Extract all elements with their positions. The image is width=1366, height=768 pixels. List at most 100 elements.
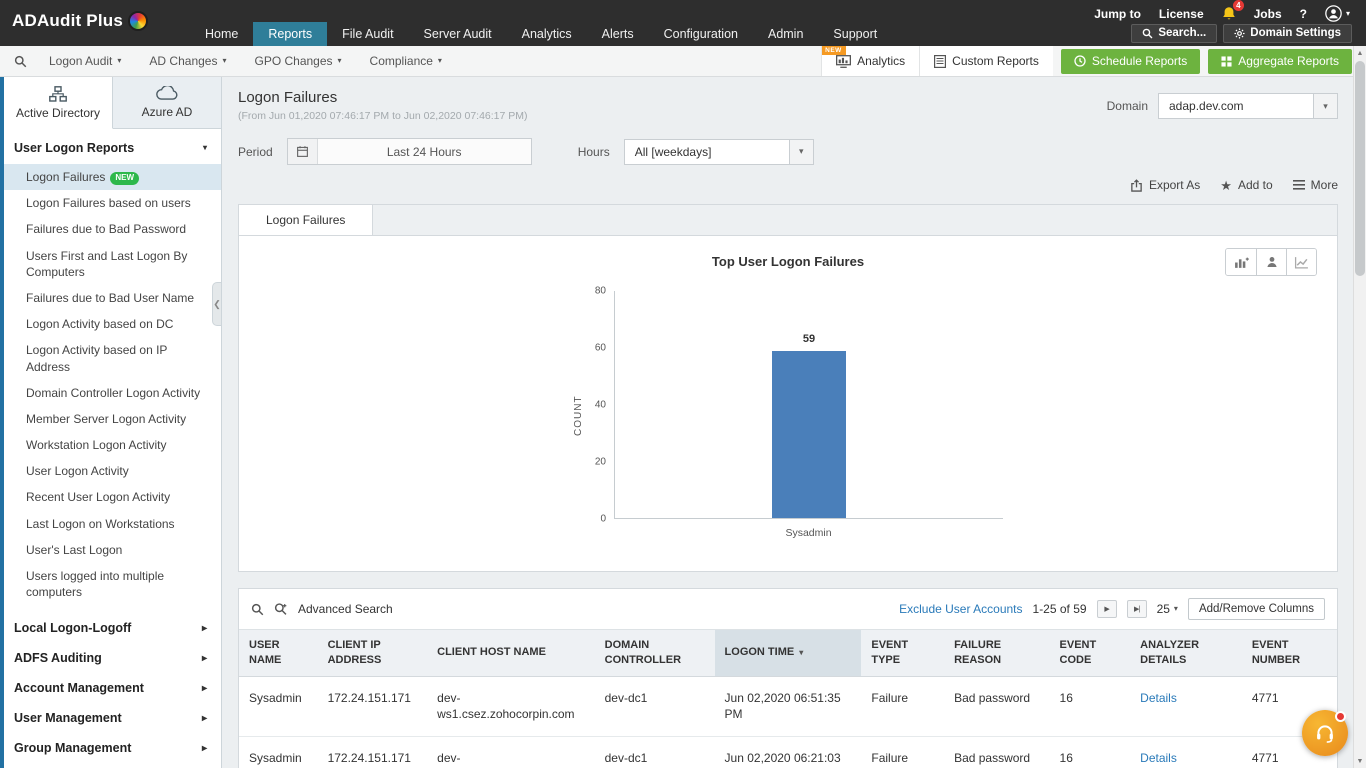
sidebar-item-recent-user-logon-activity[interactable]: Recent User Logon Activity [4, 484, 221, 510]
col-header-failure-reason[interactable]: FAILURE REASON [944, 630, 1049, 677]
nav-item-support[interactable]: Support [818, 22, 892, 46]
page-size-select[interactable]: 25 ▾ [1157, 602, 1178, 616]
col-header-logon-time[interactable]: LOGON TIME▾ [715, 630, 862, 677]
report-actions: Export As ★ Add to More [238, 178, 1338, 192]
search-button[interactable]: Search... [1131, 24, 1217, 43]
tab-azure-ad[interactable]: Azure AD [113, 77, 221, 129]
jump-to-link[interactable]: Jump to [1094, 7, 1141, 21]
aggregate-reports-button[interactable]: Aggregate Reports [1208, 49, 1352, 74]
sidebar-item-user-s-last-logon[interactable]: User's Last Logon [4, 537, 221, 563]
exclude-user-accounts-link[interactable]: Exclude User Accounts [899, 602, 1022, 616]
menu-compliance[interactable]: Compliance▾ [356, 46, 456, 77]
nav-item-file-audit[interactable]: File Audit [327, 22, 408, 46]
nav-item-analytics[interactable]: Analytics [507, 22, 587, 46]
nav-item-alerts[interactable]: Alerts [587, 22, 649, 46]
sidebar-group-user-management[interactable]: User Management▸ [4, 703, 221, 733]
results-table-card: Advanced Search Exclude User Accounts 1-… [238, 588, 1338, 768]
domain-select[interactable]: adap.dev.com ▾ [1158, 93, 1338, 119]
schedule-reports-button[interactable]: Schedule Reports [1061, 49, 1200, 74]
app-logo[interactable]: ADAudit Plus [12, 11, 148, 31]
table-search-icon[interactable] [251, 603, 264, 616]
sidebar-item-domain-controller-logon-activity[interactable]: Domain Controller Logon Activity [4, 380, 221, 406]
sidebar-section-user-logon-reports[interactable]: User Logon Reports ▾ [4, 129, 221, 164]
sidebar-item-last-logon-on-workstations[interactable]: Last Logon on Workstations [4, 511, 221, 537]
scrollbar-thumb[interactable] [1355, 61, 1365, 276]
advanced-search-label[interactable]: Advanced Search [298, 602, 393, 616]
tab-logon-failures[interactable]: Logon Failures [239, 205, 373, 235]
export-as-button[interactable]: Export As [1130, 178, 1200, 192]
sidebar-item-label: Domain Controller Logon Activity [26, 386, 200, 400]
support-chat-button[interactable] [1302, 710, 1348, 756]
sidebar-collapse-handle[interactable]: ❮ [212, 282, 221, 326]
last-page-button[interactable]: ▶| [1127, 600, 1147, 618]
account-menu[interactable]: ▾ [1325, 5, 1350, 22]
sidebar-item-logon-failures-based-on-users[interactable]: Logon Failures based on users [4, 190, 221, 216]
col-header-event-type[interactable]: EVENT TYPE [861, 630, 944, 677]
sidebar-item-logon-activity-based-on-dc[interactable]: Logon Activity based on DC [4, 311, 221, 337]
col-header-event-number[interactable]: EVENT NUMBER [1242, 630, 1337, 677]
sidebar-item-logon-activity-based-on-ip-address[interactable]: Logon Activity based on IP Address [4, 337, 221, 379]
bar-chart-option-icon[interactable] [1226, 249, 1256, 275]
details-link[interactable]: Details [1140, 751, 1177, 765]
domain-settings-button[interactable]: Domain Settings [1223, 24, 1352, 43]
table-toolbar-right: Exclude User Accounts 1-25 of 59 ▶ ▶| 25… [899, 598, 1325, 620]
sidebar-group-group-management[interactable]: Group Management▸ [4, 733, 221, 763]
add-to-button[interactable]: ★ Add to [1220, 178, 1272, 192]
col-header-analyzer-details[interactable]: ANALYZER DETAILS [1130, 630, 1242, 677]
notifications-button[interactable]: 4 [1222, 6, 1236, 21]
analytics-button[interactable]: NEW Analytics [821, 46, 919, 76]
scroll-up-arrow[interactable]: ▲ [1354, 46, 1366, 60]
advanced-search-icon[interactable] [274, 602, 288, 616]
license-link[interactable]: License [1159, 7, 1204, 21]
nav-item-server-audit[interactable]: Server Audit [409, 22, 507, 46]
sidebar-item-workstation-logon-activity[interactable]: Workstation Logon Activity [4, 432, 221, 458]
col-header-client-ip-address[interactable]: CLIENT IP ADDRESS [318, 630, 428, 677]
sidebar-item-label: Logon Activity based on DC [26, 317, 173, 331]
sidebar-item-users-logged-into-multiple-computers[interactable]: Users logged into multiple computers [4, 563, 221, 605]
menu-logon-audit[interactable]: Logon Audit▾ [35, 46, 135, 77]
add-remove-columns-button[interactable]: Add/Remove Columns [1188, 598, 1325, 620]
sidebar-group-computer-management[interactable]: Computer Management▸ [4, 763, 221, 768]
hours-select[interactable]: All [weekdays] ▾ [624, 139, 814, 165]
sidebar-group-local-logon-logoff[interactable]: Local Logon-Logoff▸ [4, 613, 221, 643]
more-label: More [1311, 178, 1338, 192]
col-header-event-code[interactable]: EVENT CODE [1050, 630, 1131, 677]
nav-item-admin[interactable]: Admin [753, 22, 818, 46]
help-button[interactable]: ? [1300, 7, 1307, 21]
sidebar: Active Directory Azure AD User Logon Rep… [0, 77, 222, 768]
sidebar-item-failures-due-to-bad-user-name[interactable]: Failures due to Bad User Name [4, 285, 221, 311]
cell-user-name: Sysadmin [239, 737, 318, 768]
chart-bar-sysadmin[interactable] [772, 351, 846, 518]
page-size-value: 25 [1157, 602, 1170, 616]
tab-active-directory[interactable]: Active Directory [4, 77, 113, 129]
sidebar-item-users-first-and-last-logon-by-computers[interactable]: Users First and Last Logon By Computers [4, 243, 221, 285]
scroll-down-arrow[interactable]: ▼ [1354, 754, 1366, 768]
top-users-option-icon[interactable] [1256, 249, 1286, 275]
sidebar-item-failures-due-to-bad-password[interactable]: Failures due to Bad Password [4, 216, 221, 242]
report-search-icon[interactable] [14, 55, 27, 68]
line-chart-option-icon[interactable] [1286, 249, 1316, 275]
nav-item-reports[interactable]: Reports [253, 22, 327, 46]
col-header-domain-controller[interactable]: DOMAIN CONTROLLER [595, 630, 715, 677]
menu-gpo-changes[interactable]: GPO Changes▾ [240, 46, 355, 77]
page-scrollbar[interactable]: ▲ ▼ [1353, 46, 1366, 768]
nav-item-home[interactable]: Home [190, 22, 253, 46]
sidebar-group-adfs-auditing[interactable]: ADFS Auditing▸ [4, 643, 221, 673]
sidebar-group-account-management[interactable]: Account Management▸ [4, 673, 221, 703]
jobs-link[interactable]: Jobs [1254, 7, 1282, 21]
period-picker[interactable]: Last 24 Hours [287, 138, 532, 165]
col-header-client-host-name[interactable]: CLIENT HOST NAME [427, 630, 594, 677]
main-content: Logon Failures (From Jun 01,2020 07:46:1… [222, 77, 1366, 768]
nav-item-configuration[interactable]: Configuration [649, 22, 753, 46]
sidebar-item-logon-failures[interactable]: Logon FailuresNEW [4, 164, 221, 190]
sidebar-item-member-server-logon-activity[interactable]: Member Server Logon Activity [4, 406, 221, 432]
next-page-button[interactable]: ▶ [1097, 600, 1117, 618]
details-link[interactable]: Details [1140, 691, 1177, 705]
top-header: ADAudit Plus Jump to License 4 Jobs ? ▾ … [0, 0, 1366, 46]
more-button[interactable]: More [1293, 178, 1338, 192]
col-header-user-name[interactable]: USER NAME [239, 630, 318, 677]
menu-ad-changes[interactable]: AD Changes▾ [135, 46, 240, 77]
col-header-label: ANALYZER DETAILS [1140, 639, 1199, 666]
custom-reports-button[interactable]: Custom Reports [919, 46, 1053, 76]
sidebar-item-user-logon-activity[interactable]: User Logon Activity [4, 458, 221, 484]
